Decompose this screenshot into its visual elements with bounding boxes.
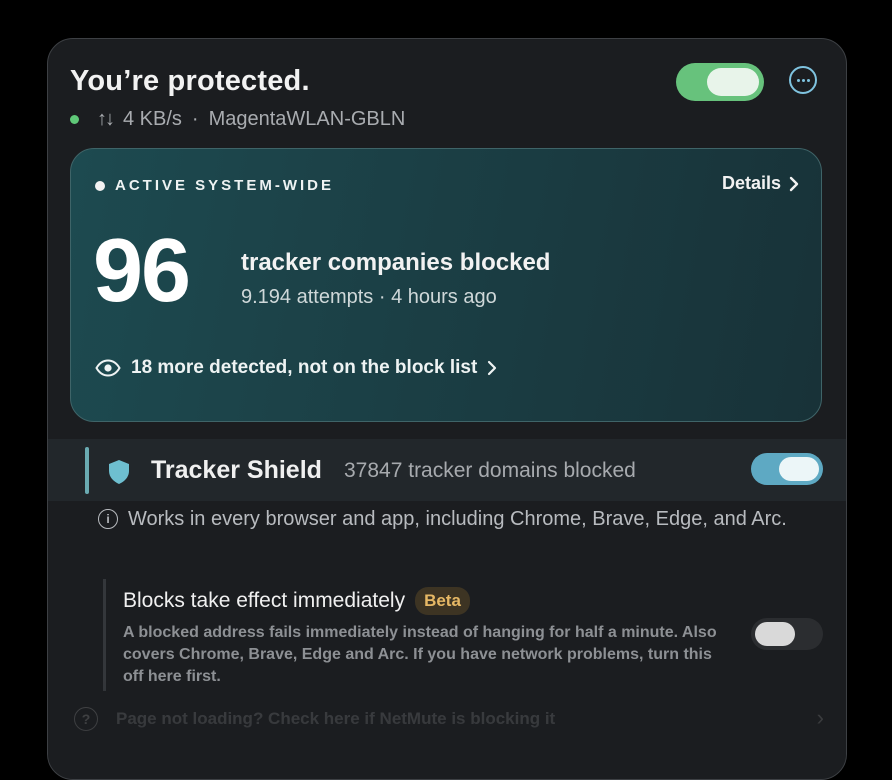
immediate-blocks-toggle[interactable] — [751, 618, 823, 650]
separator: · — [191, 107, 199, 130]
chevron-right-icon — [488, 360, 497, 376]
info-icon: i — [98, 509, 118, 529]
network-name: MagentaWLAN-GBLN — [208, 107, 406, 130]
blocked-label: tracker companies blocked — [241, 249, 551, 276]
more-options-icon[interactable] — [789, 66, 817, 94]
eye-icon — [95, 359, 121, 377]
tracker-shield-title: Tracker Shield — [151, 456, 322, 484]
immediate-blocks-title: Blocks take effect immediately Beta — [123, 587, 470, 615]
transfer-arrows-icon: ↑↓ — [97, 107, 115, 130]
toggle-knob — [755, 622, 795, 646]
immediate-blocks-description: A blocked address fails immediately inst… — [123, 624, 717, 685]
selection-indicator — [85, 447, 89, 494]
tracker-shield-info: i Works in every browser and app, includ… — [98, 505, 818, 533]
protection-toggle[interactable] — [676, 63, 764, 101]
active-status-label: ACTIVE SYSTEM-WIDE — [95, 177, 334, 194]
attempts-line: 9.194 attempts · 4 hours ago — [241, 286, 497, 308]
shield-icon — [109, 460, 129, 484]
toggle-knob — [779, 457, 819, 481]
status-dot-icon — [70, 114, 79, 124]
tracker-domains-count: 37847 tracker domains blocked — [344, 459, 636, 482]
toggle-knob — [707, 68, 759, 96]
page-not-loading-help-row[interactable]: ? Page not loading? Check here if NetMut… — [48, 699, 846, 739]
help-row-label: Page not loading? Check here if NetMute … — [116, 709, 556, 728]
detected-not-blocked-link[interactable]: 18 more detected, not on the block list — [95, 357, 497, 379]
question-icon: ? — [74, 707, 98, 731]
active-dot-icon — [95, 180, 105, 191]
blocked-count: 96 — [93, 221, 191, 321]
page-title: You’re protected. — [70, 65, 310, 97]
chevron-right-icon — [789, 176, 799, 191]
tracker-shield-toggle[interactable] — [751, 453, 823, 485]
blocked-summary-card: ACTIVE SYSTEM-WIDE Details 96 tracker co… — [70, 148, 822, 422]
app-panel: You’re protected. ↑↓ 4 KB/s · MagentaWLA… — [47, 38, 847, 780]
nested-setting-indicator — [103, 579, 106, 691]
connection-status: ↑↓ 4 KB/s · MagentaWLAN-GBLN — [70, 107, 405, 131]
tracker-shield-row[interactable]: Tracker Shield 37847 tracker domains blo… — [48, 439, 846, 501]
details-link[interactable]: Details — [722, 173, 799, 194]
chevron-right-icon: › — [816, 705, 824, 730]
beta-badge: Beta — [415, 587, 470, 615]
transfer-speed: 4 KB/s — [123, 107, 182, 130]
